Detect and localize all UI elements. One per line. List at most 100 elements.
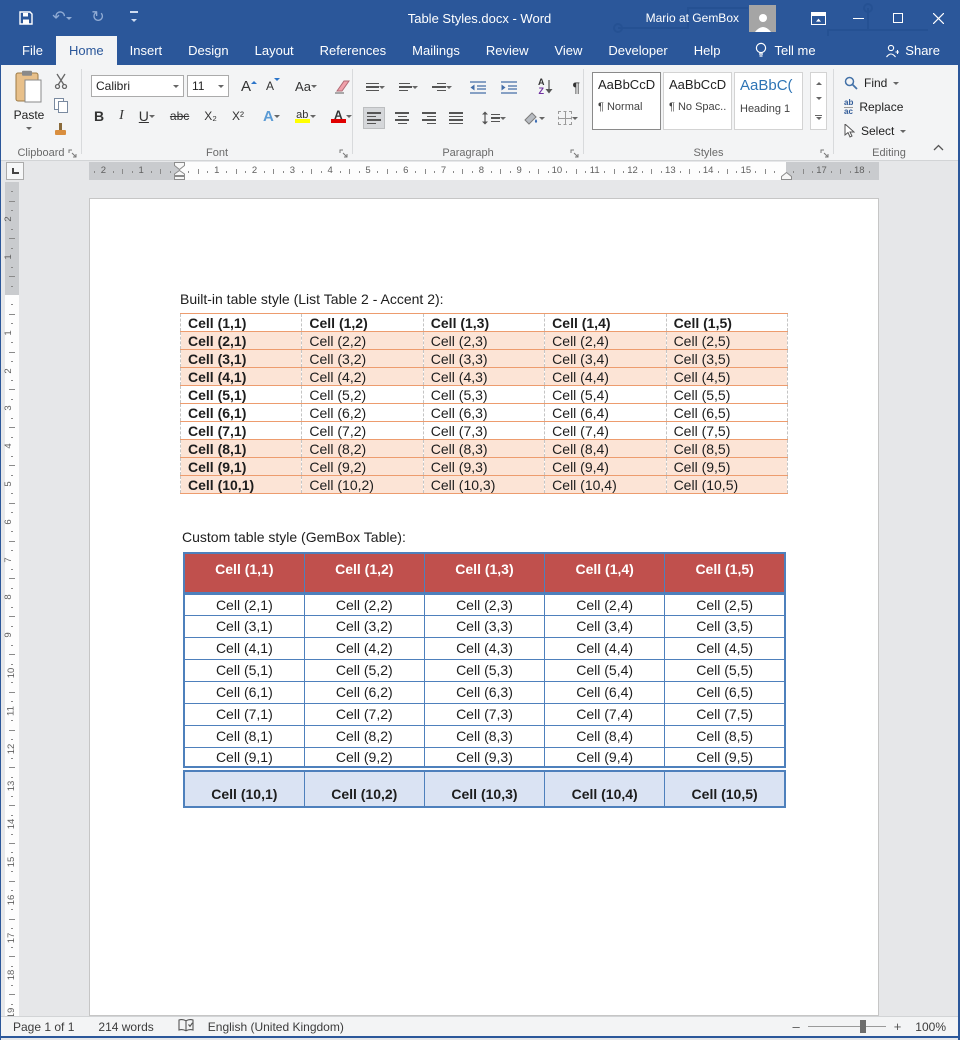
font-size-combo[interactable]: 11 [187,75,229,97]
table-cell[interactable]: Cell (2,3) [424,593,544,615]
account-name[interactable]: Mario at GemBox [646,11,739,25]
bold-button[interactable]: B [91,105,107,127]
table-cell[interactable]: Cell (7,4) [545,703,665,725]
table-cell[interactable]: Cell (8,4) [545,440,666,458]
highlight-color-button[interactable]: ab [292,105,319,127]
table-cell[interactable]: Cell (4,2) [304,637,424,659]
table-cell[interactable]: Cell (9,3) [424,747,544,769]
table-cell[interactable]: Cell (2,2) [304,593,424,615]
zoom-slider-handle[interactable] [860,1020,866,1033]
copy-icon[interactable] [53,97,69,113]
page-indicator[interactable]: Page 1 of 1 [13,1020,74,1034]
decrease-indent-icon[interactable] [467,76,490,98]
table-cell[interactable]: Cell (5,5) [666,386,787,404]
table-cell[interactable]: Cell (5,2) [302,386,423,404]
table-cell[interactable]: Cell (7,1) [184,703,304,725]
shrink-font-button[interactable]: A [263,75,283,97]
table-cell[interactable]: Cell (10,5) [665,769,785,807]
table-cell[interactable]: Cell (4,4) [545,637,665,659]
change-case-button[interactable]: Aa [292,75,320,97]
tab-insert[interactable]: Insert [117,36,176,65]
table-cell[interactable]: Cell (7,3) [423,422,544,440]
collapse-ribbon-icon[interactable] [933,140,944,154]
font-dialog-launcher-icon[interactable] [339,148,349,158]
bullets-button[interactable] [363,76,388,98]
table-cell[interactable]: Cell (2,4) [545,593,665,615]
table-cell[interactable]: Cell (10,1) [181,476,302,494]
word-count[interactable]: 214 words [98,1020,153,1034]
table-cell[interactable]: Cell (10,4) [545,769,665,807]
table-cell[interactable]: Cell (2,1) [184,593,304,615]
vertical-ruler[interactable]: 1212345678910111213141516171819 [5,182,19,1016]
table-cell[interactable]: Cell (4,5) [666,368,787,386]
format-painter-icon[interactable] [53,121,69,137]
table-cell[interactable]: Cell (10,2) [302,476,423,494]
table-cell[interactable]: Cell (4,3) [423,368,544,386]
paste-button[interactable]: Paste [11,70,47,136]
subscript-button[interactable]: X₂ [201,105,220,127]
table-cell[interactable]: Cell (7,3) [424,703,544,725]
table-cell[interactable]: Cell (1,3) [423,314,544,332]
table-cell[interactable]: Cell (8,2) [302,440,423,458]
horizontal-ruler[interactable]: 121234567891011121314151718 [89,162,879,180]
table-cell[interactable]: Cell (8,4) [545,725,665,747]
tab-home[interactable]: Home [56,36,117,65]
zoom-in-button[interactable]: + [894,1019,902,1034]
tab-selector[interactable] [6,162,24,180]
table-cell[interactable]: Cell (10,2) [304,769,424,807]
clipboard-dialog-launcher-icon[interactable] [68,148,78,158]
table-cell[interactable]: Cell (3,2) [302,350,423,368]
tab-developer[interactable]: Developer [595,36,680,65]
table-cell[interactable]: Cell (8,3) [424,725,544,747]
styles-more-icon[interactable] [815,115,822,123]
line-spacing-button[interactable] [478,107,509,129]
table-cell[interactable]: Cell (1,1) [181,314,302,332]
styles-dialog-launcher-icon[interactable] [820,148,830,158]
close-button[interactable] [918,0,958,36]
replace-button[interactable]: abac Replace [844,97,906,117]
table-cell[interactable]: Cell (6,1) [184,681,304,703]
find-button[interactable]: Find [844,73,906,93]
table-cell[interactable]: Cell (1,5) [666,314,787,332]
table-cell[interactable]: Cell (3,4) [545,350,666,368]
table-cell[interactable]: Cell (1,4) [545,314,666,332]
table-cell[interactable]: Cell (8,1) [184,725,304,747]
tab-layout[interactable]: Layout [242,36,307,65]
style-card-heading-1[interactable]: AaBbC(Heading 1 [734,72,803,130]
tab-mailings[interactable]: Mailings [399,36,473,65]
table-cell[interactable]: Cell (1,2) [302,314,423,332]
table-cell[interactable]: Cell (10,3) [423,476,544,494]
minimize-button[interactable] [838,0,878,36]
table-cell[interactable]: Cell (3,4) [545,615,665,637]
redo-icon[interactable]: ↻ [87,6,109,30]
table-cell[interactable]: Cell (6,2) [302,404,423,422]
table-cell[interactable]: Cell (7,4) [545,422,666,440]
table-cell[interactable]: Cell (4,5) [665,637,785,659]
table-cell[interactable]: Cell (8,5) [665,725,785,747]
table-cell[interactable]: Cell (6,3) [423,404,544,422]
style-card-no-spac[interactable]: AaBbCcDc¶ No Spac... [663,72,732,130]
table-cell[interactable]: Cell (9,2) [302,458,423,476]
table-cell[interactable]: Cell (5,4) [545,659,665,681]
table-cell[interactable]: Cell (4,2) [302,368,423,386]
table-cell[interactable]: Cell (5,3) [424,659,544,681]
left-indent-marker[interactable] [174,176,185,180]
table-cell[interactable]: Cell (9,5) [666,458,787,476]
table-cell[interactable]: Cell (9,2) [304,747,424,769]
table-cell[interactable]: Cell (6,3) [424,681,544,703]
table-cell[interactable]: Cell (8,3) [423,440,544,458]
table-cell[interactable]: Cell (7,1) [181,422,302,440]
styles-scroll-up-icon[interactable] [816,79,822,85]
table-cell[interactable]: Cell (1,3) [424,553,544,593]
table-cell[interactable]: Cell (1,4) [545,553,665,593]
table-cell[interactable]: Cell (9,4) [545,747,665,769]
style-card-normal[interactable]: AaBbCcDc¶ Normal [592,72,661,130]
table-cell[interactable]: Cell (8,5) [666,440,787,458]
table-cell[interactable]: Cell (9,1) [184,747,304,769]
table-cell[interactable]: Cell (3,3) [424,615,544,637]
language-indicator[interactable]: English (United Kingdom) [208,1020,344,1034]
styles-scroll-down-icon[interactable] [816,97,822,103]
table-cell[interactable]: Cell (5,4) [545,386,666,404]
justify-button[interactable] [446,107,466,129]
table-cell[interactable]: Cell (7,5) [666,422,787,440]
